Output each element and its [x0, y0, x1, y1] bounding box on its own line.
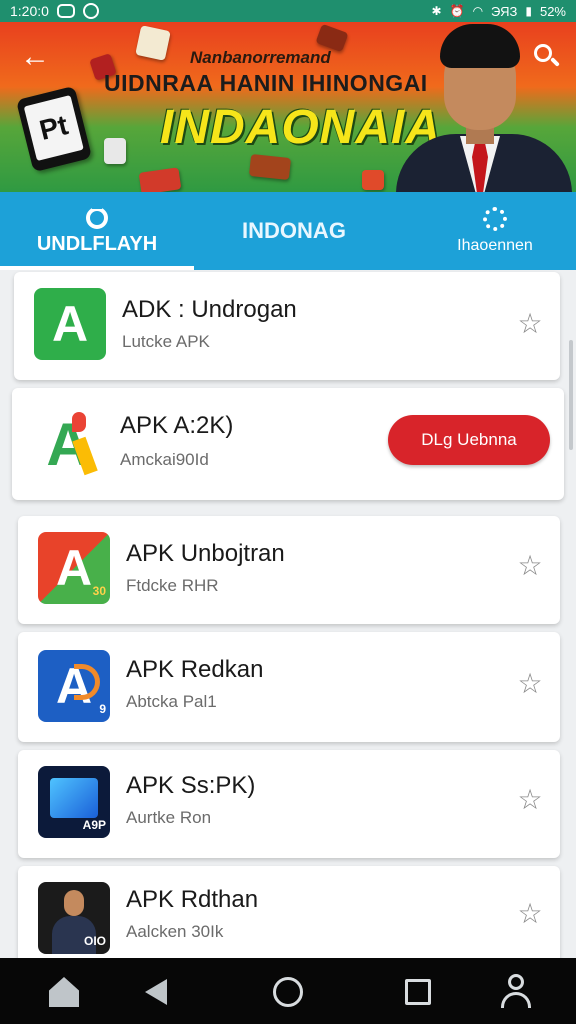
icon-badge: 9 — [99, 702, 106, 716]
profile-icon[interactable] — [496, 972, 536, 1012]
promo-banner: Pt Nanbanorremand UIDNRAA HANIN IHINONGA… — [0, 22, 576, 192]
alarm-icon: ⏰ — [449, 4, 465, 18]
decor-chip — [362, 170, 384, 190]
tab-bar: UNDLFLAYH INDONAG Ihaoennen — [0, 192, 576, 270]
app-subtitle: Amckai90Id — [120, 450, 209, 469]
star-icon[interactable]: ☆ — [516, 310, 544, 338]
search-icon[interactable] — [532, 42, 562, 72]
app-subtitle: Abtcka Pal1 — [126, 692, 217, 711]
list-item[interactable]: A APK A:2K) Amckai90Id DLg Uebnna — [12, 388, 564, 500]
circle-home-icon[interactable] — [268, 972, 308, 1012]
square-shape — [405, 979, 431, 1005]
navigation-bar — [0, 958, 576, 1024]
app-subtitle: Lutcke APK — [122, 332, 210, 351]
decor-chip — [135, 25, 171, 61]
star-icon[interactable]: ☆ — [516, 900, 544, 928]
apk-green-icon: A — [34, 288, 106, 360]
tab-undlflayh[interactable]: UNDLFLAYH — [0, 192, 194, 270]
banner-subtitle: Nanbanorremand — [190, 48, 331, 67]
icon-badge: 30 — [92, 584, 106, 598]
app-title: ADK : Undrogan — [122, 296, 297, 323]
list-item[interactable]: A 30 APK Unbojtran Ftdcke RHR ☆ — [18, 516, 560, 624]
list-item[interactable]: A 9 APK Redkan Abtcka Pal1 ☆ — [18, 632, 560, 742]
back-icon[interactable] — [136, 972, 176, 1012]
icon-pin — [72, 412, 86, 432]
tab-label: INDONAG — [242, 218, 346, 243]
bluetooth-icon: ✱ — [431, 4, 442, 18]
apk-multicolor-icon: A — [32, 408, 104, 480]
icon-face — [64, 890, 84, 916]
tab-label: UNDLFLAYH — [36, 232, 158, 255]
star-icon[interactable]: ☆ — [516, 552, 544, 580]
icon-badge: A9P — [82, 818, 106, 832]
search-lens — [534, 44, 552, 62]
star-icon[interactable]: ☆ — [516, 786, 544, 814]
home-icon[interactable] — [44, 972, 84, 1012]
status-time: 1:20:0 — [10, 3, 49, 19]
phone-graphic: Pt — [15, 85, 93, 173]
apk-red-icon: A 30 — [38, 532, 110, 604]
icon-glyph: A — [51, 296, 89, 352]
status-bar: 1:20:0 ✱ ⏰ ◠ ЭЯЗ ▮ 52% — [0, 0, 576, 22]
scrollbar[interactable] — [569, 340, 573, 450]
app-subtitle: Ftdcke RHR — [126, 576, 219, 595]
app-title: APK Ss:PK) — [126, 772, 256, 799]
home-shape — [49, 977, 79, 1007]
app-subtitle: Aalcken 30Ik — [126, 922, 224, 941]
list-item[interactable]: OIO APK Rdthan Aalcken 30Ik ☆ — [18, 866, 560, 958]
recents-icon[interactable] — [398, 972, 438, 1012]
apk-person-icon: OIO — [38, 882, 110, 954]
app-title: APK A:2K) — [120, 412, 234, 439]
apk-blue-icon: A 9 — [38, 650, 110, 722]
banner-headline: UIDNRAA HANIN IHINONGAI — [104, 70, 428, 96]
notification-icon — [56, 4, 75, 18]
search-handle — [550, 57, 560, 67]
decor-chip — [138, 167, 182, 192]
back-shape — [145, 979, 167, 1005]
wifi-icon: ◠ — [472, 4, 484, 18]
decor-chip — [248, 153, 292, 181]
icon-badge: OIO — [83, 934, 106, 948]
profile-head — [508, 974, 524, 990]
icon-screen — [50, 778, 98, 818]
battery-level: 52% — [539, 3, 566, 19]
signal-label: ЭЯЗ — [491, 3, 518, 19]
sync-icon — [82, 3, 99, 19]
decor-chip — [104, 138, 126, 164]
battery-icon: ▮ — [525, 4, 532, 18]
list-item[interactable]: A9P APK Ss:PK) Aurtke Ron ☆ — [18, 750, 560, 858]
profile-body — [501, 992, 531, 1008]
phone-screen: Pt — [23, 95, 84, 162]
settings-icon — [483, 207, 507, 231]
app-subtitle: Aurtke Ron — [126, 808, 212, 827]
app-title: APK Redkan — [126, 656, 264, 683]
star-icon[interactable]: ☆ — [516, 670, 544, 698]
list-item[interactable]: A ADK : Undrogan Lutcke APK ☆ — [14, 272, 560, 380]
back-arrow-icon[interactable]: ← — [20, 42, 54, 76]
person-hair — [440, 24, 520, 68]
app-list: A ADK : Undrogan Lutcke APK ☆ A APK A:2K… — [0, 270, 576, 958]
tab-label: Ihaoennen — [457, 237, 533, 254]
apk-screen-icon: A9P — [38, 766, 110, 838]
app-title: APK Unbojtran — [126, 540, 285, 567]
tab-ihaoennen[interactable]: Ihaoennen — [430, 192, 560, 270]
tab-indonag[interactable]: INDONAG — [194, 192, 394, 270]
circle-shape — [273, 977, 303, 1007]
app-title: APK Rdthan — [126, 886, 259, 913]
gear-icon — [86, 202, 108, 229]
download-button[interactable]: DLg Uebnna — [388, 415, 550, 465]
